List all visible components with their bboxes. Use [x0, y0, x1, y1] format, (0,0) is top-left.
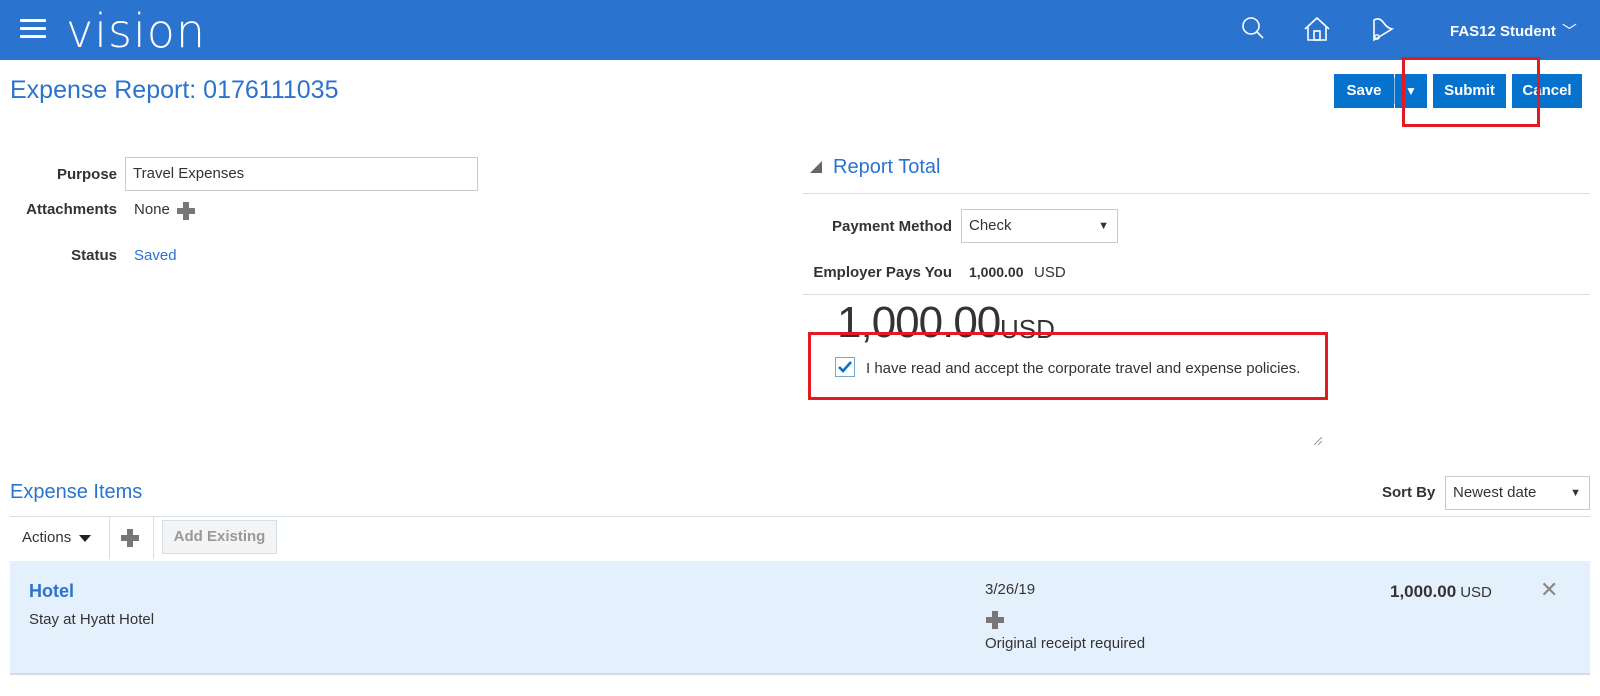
app-logo[interactable]: vision [66, 4, 206, 58]
expense-items-title: Expense Items [10, 481, 143, 503]
page-title: Expense Report: 0176111035 [10, 76, 339, 104]
section-divider-2 [803, 294, 1590, 295]
toolbar-top-divider [10, 516, 1590, 517]
checkmark-icon [838, 361, 852, 373]
payment-method-label: Payment Method [831, 218, 952, 235]
expense-item-amount: 1,000.00 USD [1390, 582, 1492, 602]
report-total-amount: 1,000.00 [837, 298, 1001, 347]
remove-item-icon[interactable]: ✕ [1540, 577, 1558, 603]
cancel-button[interactable]: Cancel [1512, 74, 1582, 108]
receipt-required-note: Original receipt required [985, 635, 1146, 652]
submit-button[interactable]: Submit [1433, 74, 1506, 108]
caret-down-icon [79, 534, 92, 542]
report-total-title: Report Total [833, 156, 941, 178]
dropdown-caret-icon: ▼ [1098, 220, 1109, 232]
section-divider [803, 193, 1590, 194]
add-existing-button[interactable]: Add Existing [162, 520, 277, 554]
menu-icon[interactable] [20, 19, 46, 39]
actions-menu[interactable]: Actions [22, 529, 92, 546]
collapse-triangle-icon[interactable] [810, 161, 822, 173]
user-menu[interactable]: FAS12 Student ﹀ [1450, 20, 1577, 41]
chevron-down-icon: ﹀ [1561, 23, 1577, 40]
expense-item-name[interactable]: Hotel [29, 581, 74, 602]
payment-method-select[interactable]: Check ▼ [961, 209, 1118, 243]
user-name: FAS12 Student [1450, 23, 1556, 40]
report-total-currency: USD [1000, 314, 1055, 344]
sort-by-label: Sort By [1382, 484, 1436, 501]
attachments-value: None [134, 201, 170, 218]
payment-method-value: Check [969, 217, 1012, 234]
toolbar-divider [153, 517, 154, 559]
save-options-dropdown[interactable]: ▼ [1395, 74, 1427, 108]
notifications-icon[interactable] [1366, 14, 1396, 44]
policy-acceptance-text: I have read and accept the corporate tra… [866, 360, 1301, 377]
sort-by-select[interactable]: Newest date ▼ [1445, 476, 1590, 510]
expense-item-row[interactable]: Hotel Stay at Hyatt Hotel 3/26/19 Origin… [10, 561, 1590, 675]
policy-checkbox[interactable] [835, 357, 855, 377]
add-attachment-icon[interactable] [177, 202, 195, 220]
sort-by-value: Newest date [1453, 484, 1537, 501]
actions-label: Actions [22, 529, 72, 546]
resize-grip-icon[interactable] [1314, 437, 1322, 445]
status-label: Status [71, 247, 117, 264]
expense-item-description: Stay at Hyatt Hotel [29, 611, 155, 628]
purpose-field[interactable]: Travel Expenses [125, 157, 478, 191]
purpose-label: Purpose [56, 166, 117, 183]
toolbar-divider [109, 517, 110, 559]
employer-pays-amount: 1,000.00 [969, 264, 1024, 280]
save-button[interactable]: Save [1334, 74, 1394, 108]
dropdown-caret-icon: ▼ [1570, 487, 1581, 499]
employer-pays-label: Employer Pays You [813, 264, 952, 281]
expense-item-currency: USD [1460, 584, 1492, 601]
add-receipt-icon[interactable] [986, 611, 1004, 629]
expense-item-amount-value: 1,000.00 [1390, 582, 1457, 601]
attachments-label: Attachments [26, 201, 117, 218]
employer-pays-currency: USD [1034, 264, 1066, 281]
expense-item-date: 3/26/19 [985, 581, 1036, 598]
add-expense-icon[interactable] [121, 529, 139, 547]
search-icon[interactable] [1238, 14, 1268, 44]
status-value: Saved [134, 247, 177, 264]
top-bar: vision FAS12 Student ﹀ [0, 0, 1600, 60]
home-icon[interactable] [1302, 14, 1332, 44]
